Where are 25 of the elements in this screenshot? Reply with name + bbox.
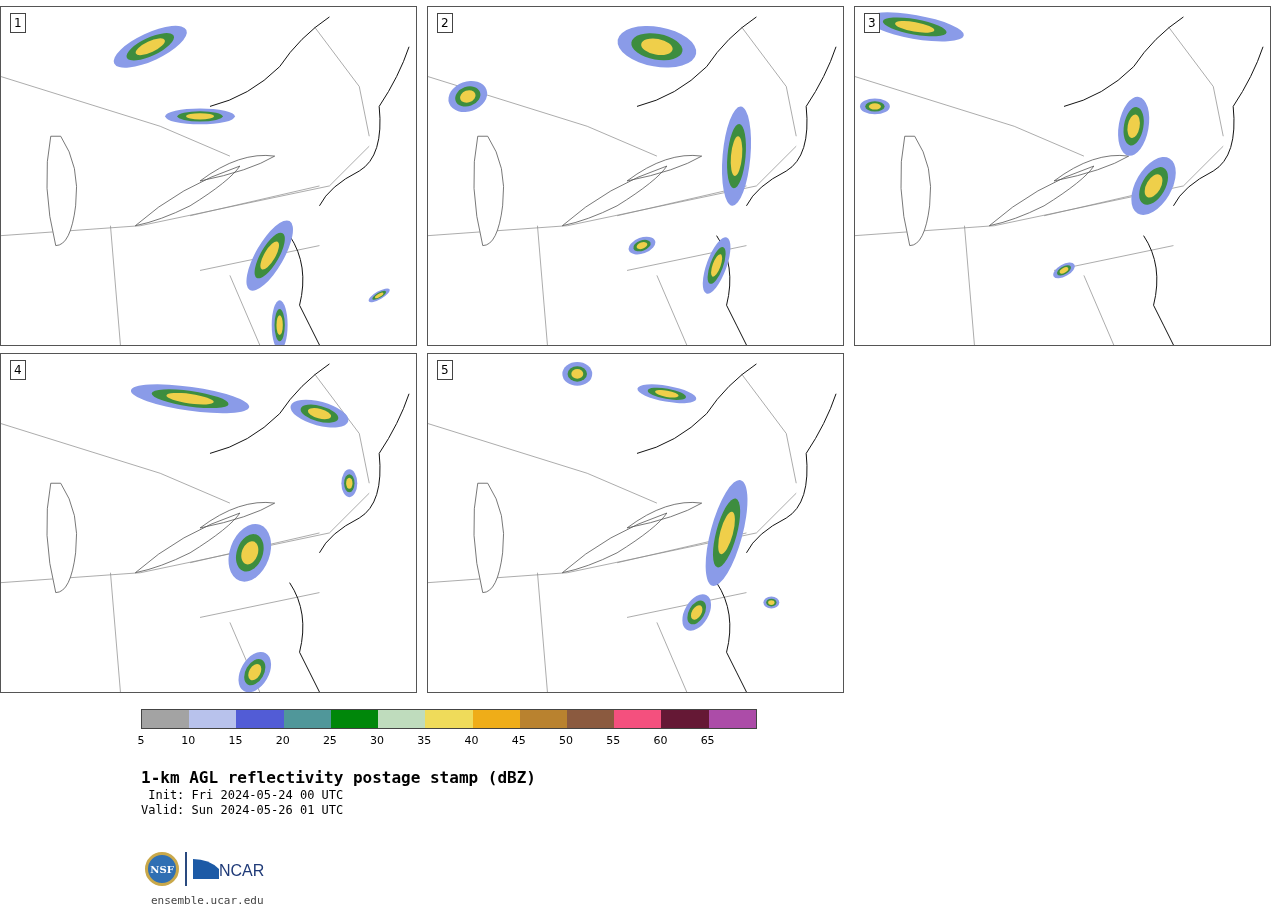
tick-label: 35 bbox=[417, 735, 432, 747]
chart-title: 1-km AGL reflectivity postage stamp (dBZ) bbox=[141, 768, 537, 788]
tick-label: 65 bbox=[700, 735, 715, 747]
panel-number: 4 bbox=[10, 360, 26, 380]
panel-number: 3 bbox=[864, 13, 880, 33]
tick-label: 45 bbox=[511, 735, 526, 747]
tick-label: 15 bbox=[228, 735, 243, 747]
tick-label: 30 bbox=[370, 735, 385, 747]
tick-label: 50 bbox=[558, 735, 573, 747]
tick-label: 40 bbox=[464, 735, 479, 747]
logo-wordmark: NCAR bbox=[219, 861, 265, 881]
tick-label: 5 bbox=[137, 735, 145, 747]
panel-number: 1 bbox=[10, 13, 26, 33]
tick-label: 25 bbox=[322, 735, 337, 747]
tick-label: 20 bbox=[275, 735, 290, 747]
valid-time: Valid: Sun 2024-05-26 01 UTC bbox=[141, 803, 345, 818]
footer-link[interactable]: ensemble.ucar.edu bbox=[151, 894, 1280, 907]
seal-logo: NSF bbox=[145, 852, 179, 886]
tick-label: 60 bbox=[653, 735, 668, 747]
init-time: Init: Fri 2024-05-24 00 UTC bbox=[147, 788, 345, 803]
tick-label: 55 bbox=[606, 735, 621, 747]
panel-number: 2 bbox=[437, 13, 453, 33]
tick-label: 10 bbox=[181, 735, 196, 747]
swoosh-icon bbox=[193, 859, 219, 879]
panel-number: 5 bbox=[437, 360, 453, 380]
